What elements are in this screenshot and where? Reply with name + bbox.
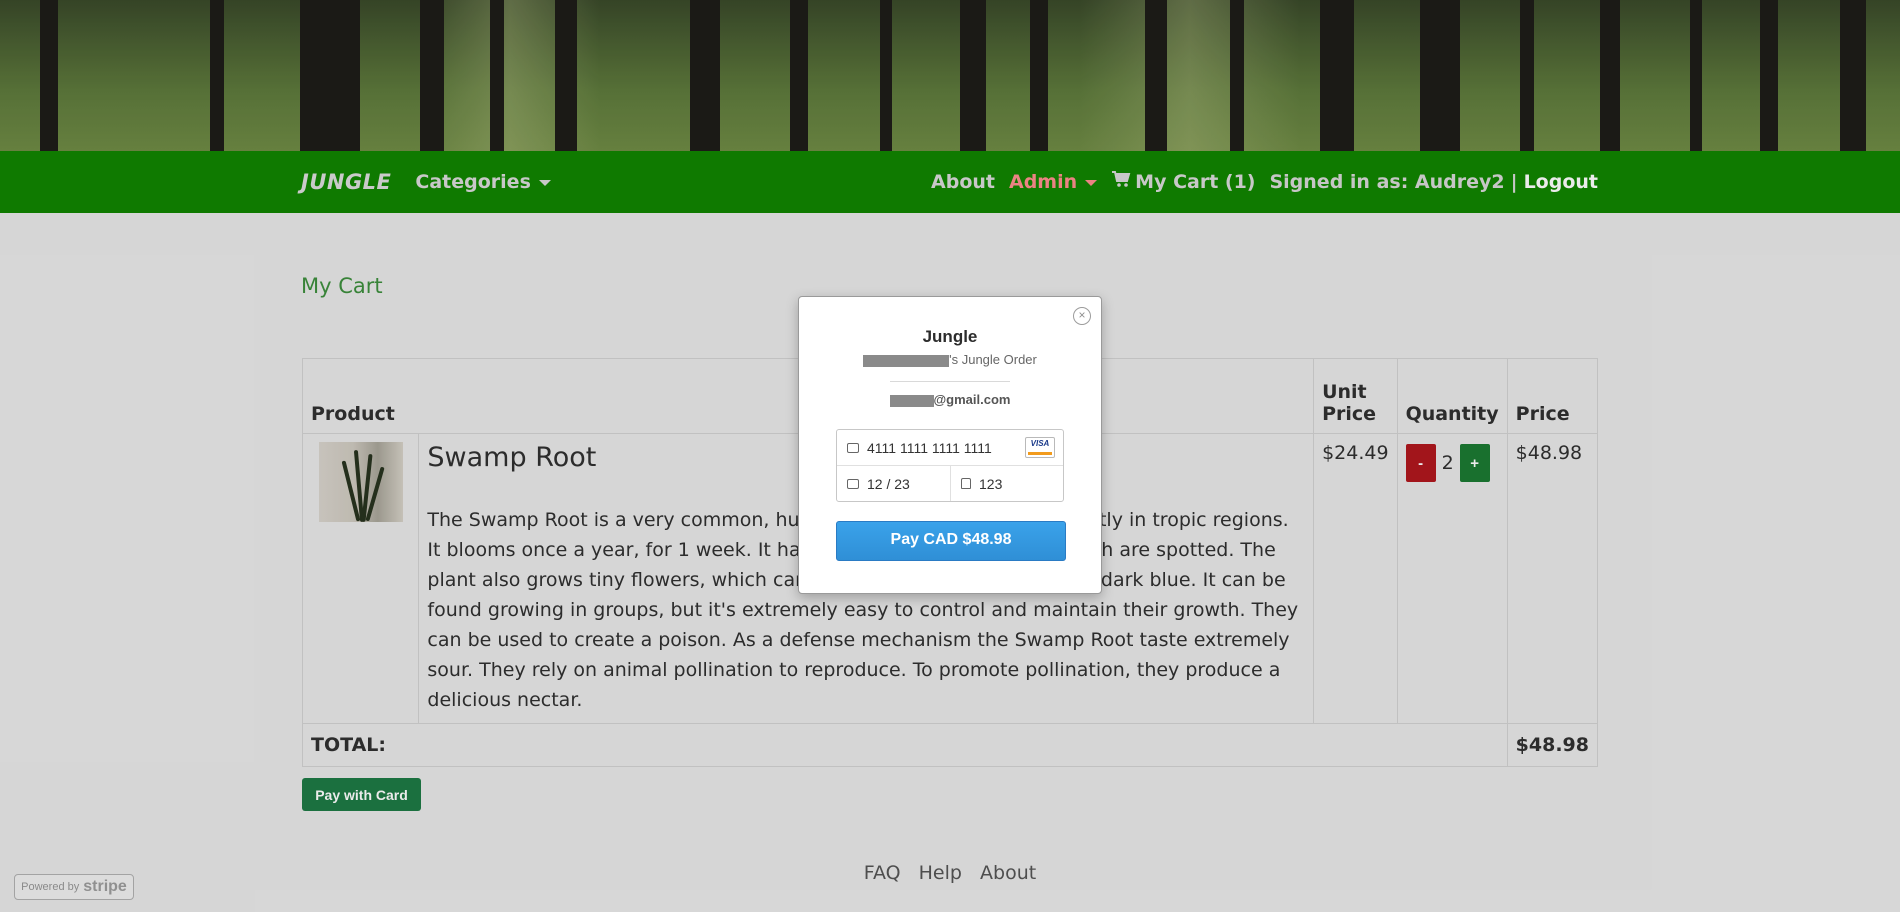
modal-divider xyxy=(890,381,1010,382)
expiry-value: 12 / 23 xyxy=(867,475,910,492)
expiry-field[interactable]: 12 / 23 xyxy=(837,466,951,501)
cvc-field[interactable]: 123 xyxy=(951,466,1063,501)
modal-email: @gmail.com xyxy=(799,392,1101,407)
card-secondary-row: 12 / 23 123 xyxy=(837,466,1063,501)
calendar-icon xyxy=(847,478,859,489)
credit-card-icon xyxy=(847,442,859,453)
checkout-modal: × Jungle 's Jungle Order @gmail.com 4111… xyxy=(798,296,1102,594)
order-suffix: 's Jungle Order xyxy=(949,352,1037,367)
close-icon[interactable]: × xyxy=(1073,307,1091,325)
visa-icon: VISA xyxy=(1025,437,1055,458)
powered-by-stripe-badge[interactable]: Powered by stripe xyxy=(14,874,134,900)
pay-button[interactable]: Pay CAD $48.98 xyxy=(836,521,1066,561)
card-number-field[interactable]: 4111 1111 1111 1111 VISA xyxy=(837,430,1063,466)
email-domain: @gmail.com xyxy=(933,392,1011,407)
cvc-value: 123 xyxy=(979,475,1003,492)
modal-title: Jungle xyxy=(922,327,978,346)
powered-by-text: Powered by xyxy=(21,881,80,893)
card-number: 4111 1111 1111 1111 xyxy=(867,439,992,456)
redacted-name xyxy=(863,354,950,367)
redacted-email-user xyxy=(889,394,934,407)
card-details-box: 4111 1111 1111 1111 VISA 12 / 23 123 xyxy=(836,429,1064,502)
stripe-logo: stripe xyxy=(83,878,127,895)
lock-icon xyxy=(961,478,971,489)
modal-subtitle: 's Jungle Order xyxy=(799,352,1101,367)
